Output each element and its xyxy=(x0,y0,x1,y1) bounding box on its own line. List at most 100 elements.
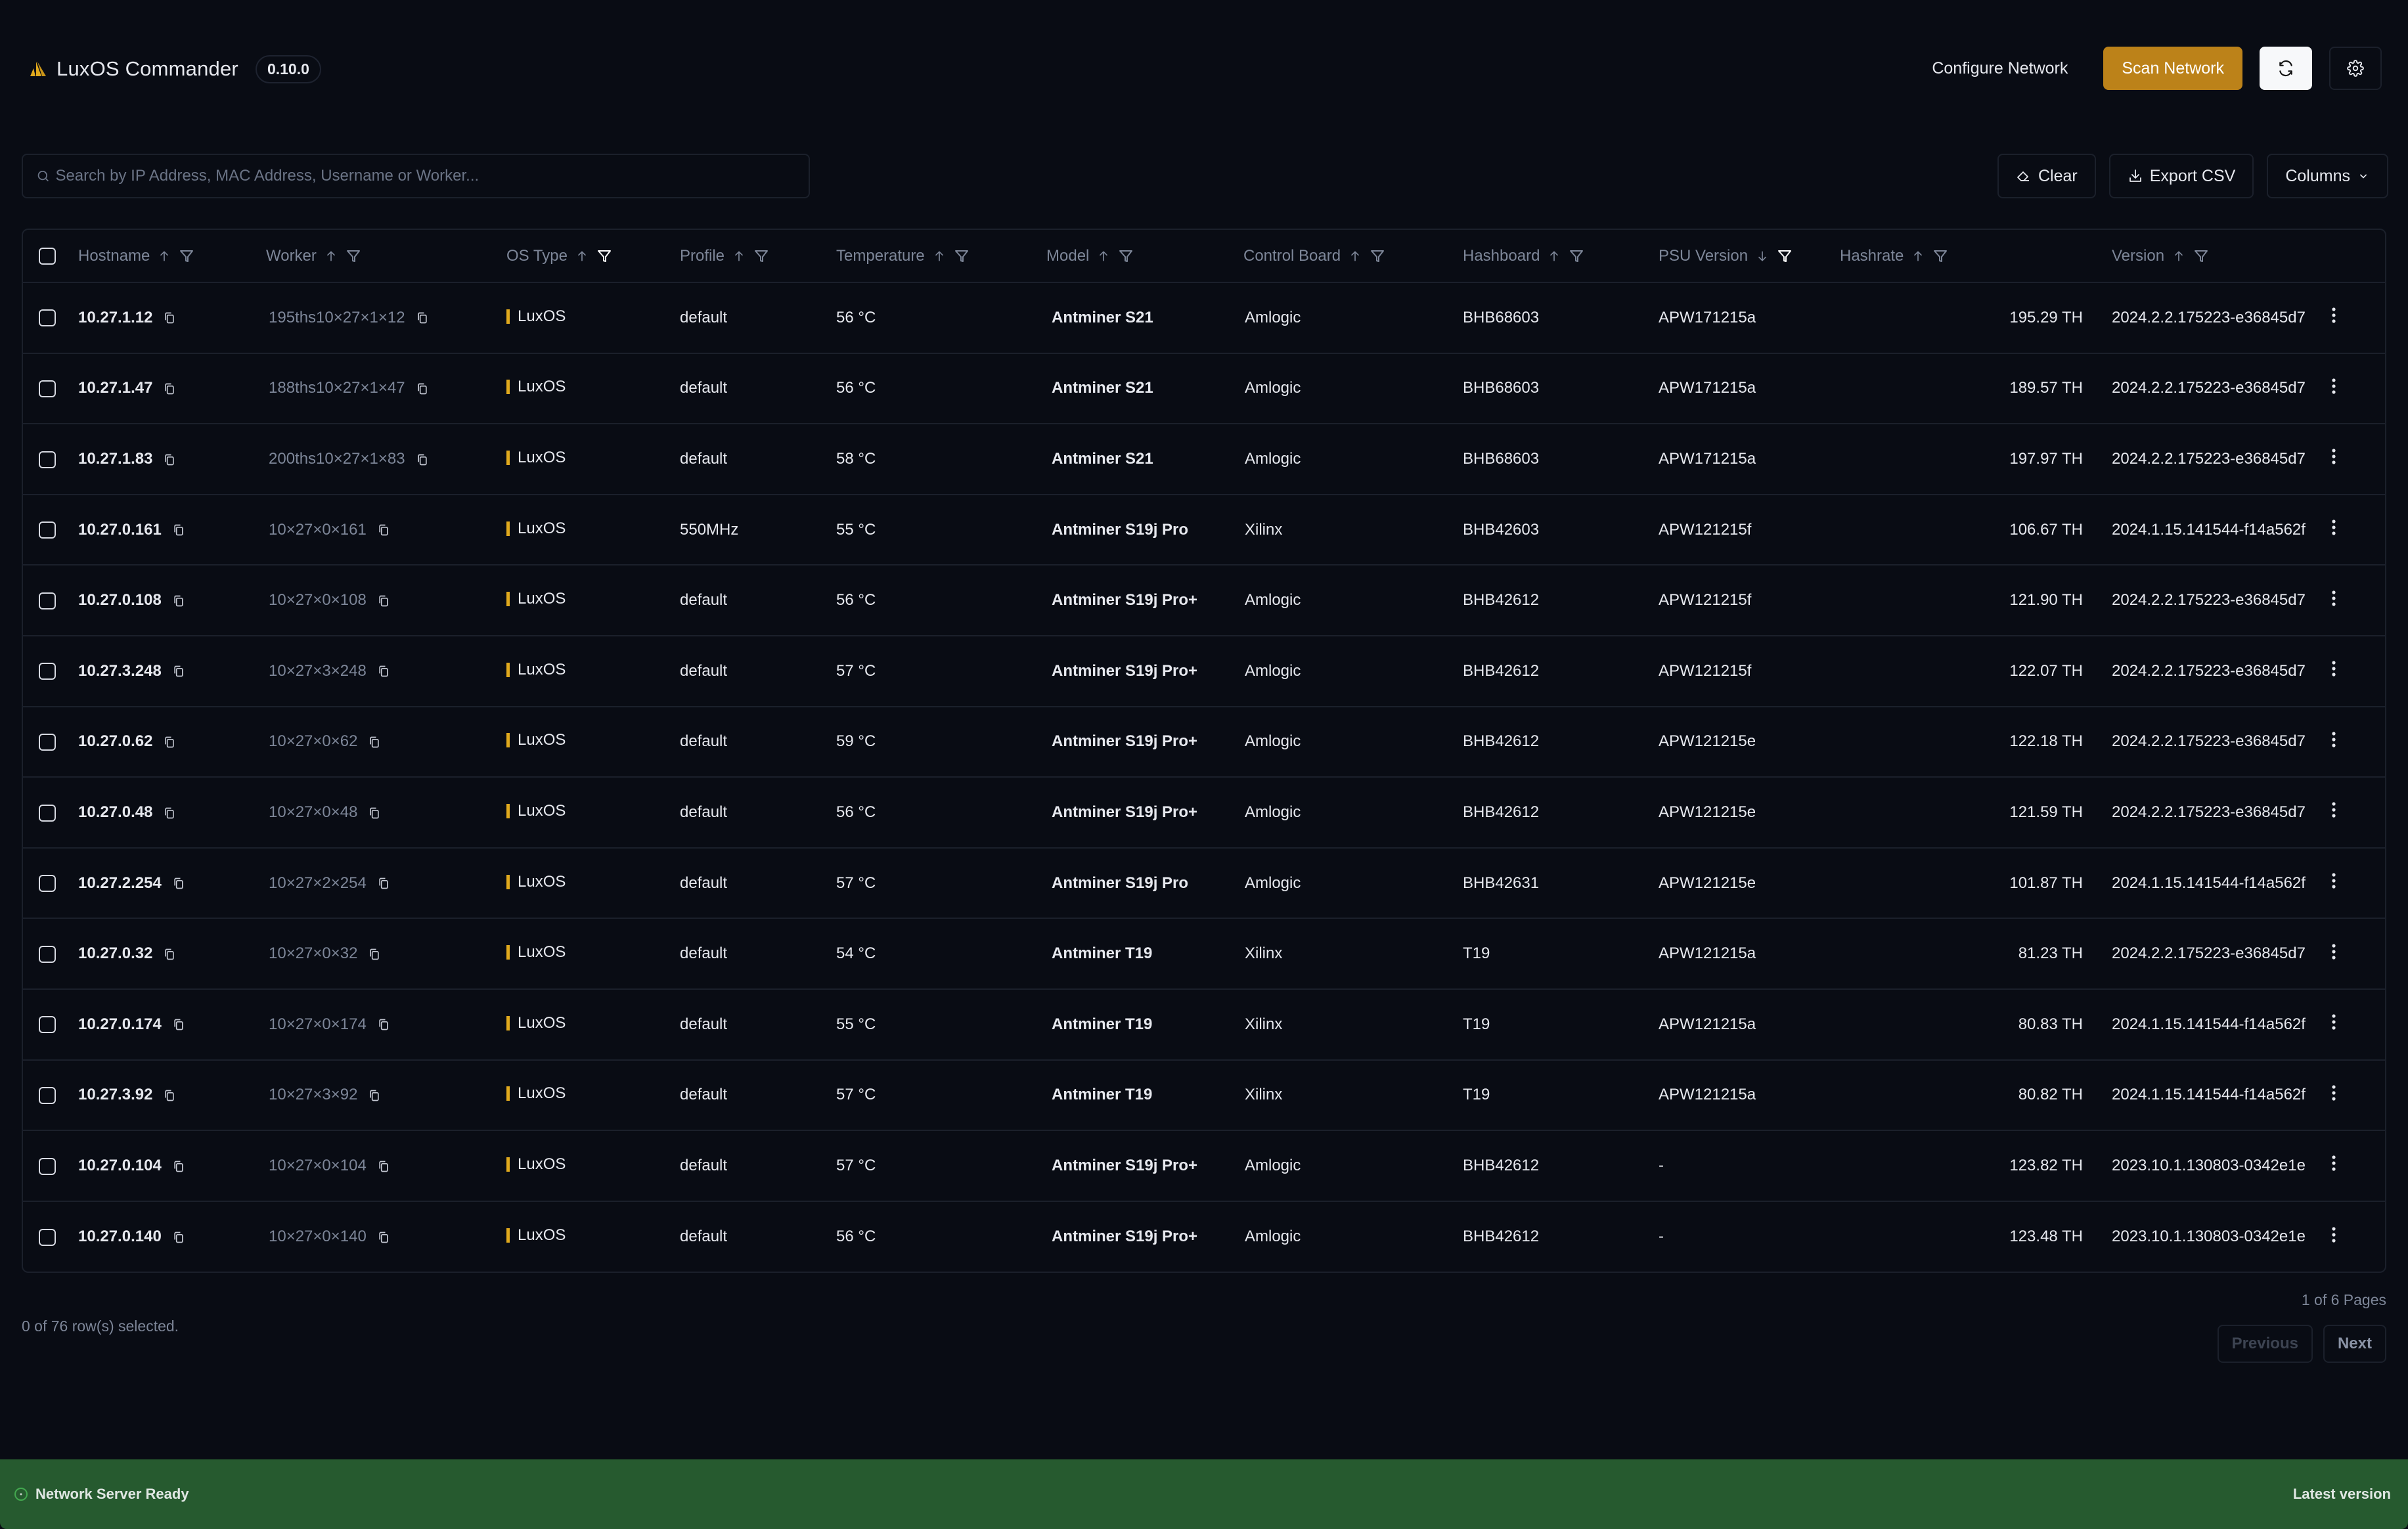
column-header-psu-version[interactable]: PSU Version xyxy=(1659,230,1840,283)
copy-icon[interactable] xyxy=(377,594,390,608)
sort-ascending-icon[interactable] xyxy=(158,250,171,263)
row-checkbox[interactable] xyxy=(39,1086,56,1104)
copy-icon[interactable] xyxy=(172,1231,185,1244)
columns-dropdown[interactable]: Columns xyxy=(2267,154,2388,198)
sort-ascending-icon[interactable] xyxy=(933,250,946,263)
sort-ascending-icon[interactable] xyxy=(2172,250,2185,263)
filter-active-icon[interactable] xyxy=(1777,248,1793,264)
hostname[interactable]: 10.27.2.254 xyxy=(78,874,162,892)
select-all-checkbox[interactable] xyxy=(39,248,56,265)
more-options-icon[interactable] xyxy=(2331,448,2336,465)
filter-icon[interactable] xyxy=(753,248,769,264)
row-checkbox[interactable] xyxy=(39,663,56,680)
hostname[interactable]: 10.27.0.108 xyxy=(78,591,162,609)
hostname[interactable]: 10.27.0.104 xyxy=(78,1157,162,1174)
column-header-os-type[interactable]: OS Type xyxy=(506,230,680,283)
copy-icon[interactable] xyxy=(172,665,185,678)
sort-ascending-icon[interactable] xyxy=(575,250,589,263)
more-options-icon[interactable] xyxy=(2331,307,2336,324)
column-header-control-board[interactable]: Control Board xyxy=(1243,230,1463,283)
table-row[interactable]: 10.27.1.12 195ths10×27×1×12 LuxOS default 56… xyxy=(23,282,2385,354)
copy-icon[interactable] xyxy=(377,523,390,537)
hostname[interactable]: 10.27.0.62 xyxy=(78,732,152,750)
table-row[interactable]: 10.27.0.140 10×27×0×140 LuxOS default 56 °C A… xyxy=(23,1201,2385,1272)
row-checkbox[interactable] xyxy=(39,380,56,398)
export-csv-button[interactable]: Export CSV xyxy=(2108,154,2254,198)
more-options-icon[interactable] xyxy=(2331,1084,2336,1101)
row-checkbox[interactable] xyxy=(39,592,56,609)
sort-ascending-icon[interactable] xyxy=(1548,250,1561,263)
more-options-icon[interactable] xyxy=(2331,1013,2336,1030)
copy-icon[interactable] xyxy=(416,311,429,324)
column-header-version[interactable]: Version xyxy=(2112,230,2256,283)
sort-ascending-icon[interactable] xyxy=(1349,250,1362,263)
sort-ascending-icon[interactable] xyxy=(324,250,338,263)
table-row[interactable]: 10.27.3.248 10×27×3×248 LuxOS default 57 °C A… xyxy=(23,635,2385,707)
column-header-profile[interactable]: Profile xyxy=(680,230,836,283)
next-page-button[interactable]: Next xyxy=(2323,1325,2386,1363)
filter-icon[interactable] xyxy=(1118,248,1134,264)
row-checkbox[interactable] xyxy=(39,309,56,327)
copy-icon[interactable] xyxy=(416,453,429,466)
row-checkbox[interactable] xyxy=(39,451,56,468)
settings-button[interactable] xyxy=(2329,47,2382,90)
hostname[interactable]: 10.27.1.47 xyxy=(78,379,152,397)
more-options-icon[interactable] xyxy=(2331,660,2336,677)
filter-icon[interactable] xyxy=(954,248,970,264)
more-options-icon[interactable] xyxy=(2331,731,2336,748)
copy-icon[interactable] xyxy=(163,453,176,466)
copy-icon[interactable] xyxy=(377,1160,390,1173)
copy-icon[interactable] xyxy=(163,382,176,395)
table-row[interactable]: 10.27.0.62 10×27×0×62 LuxOS default 59 °C Ant… xyxy=(23,706,2385,778)
filter-icon[interactable] xyxy=(2193,248,2209,264)
table-row[interactable]: 10.27.2.254 10×27×2×254 LuxOS default 57 °C A… xyxy=(23,847,2385,920)
scan-network-button[interactable]: Scan Network xyxy=(2103,47,2242,90)
hostname[interactable]: 10.27.0.174 xyxy=(78,1015,162,1033)
search-field[interactable] xyxy=(22,154,810,198)
table-row[interactable]: 10.27.0.108 10×27×0×108 LuxOS default 56 °C A… xyxy=(23,565,2385,636)
filter-icon[interactable] xyxy=(1569,248,1584,264)
hostname[interactable]: 10.27.1.83 xyxy=(78,450,152,468)
column-header-temperature[interactable]: Temperature xyxy=(836,230,1046,283)
copy-icon[interactable] xyxy=(416,382,429,395)
copy-icon[interactable] xyxy=(368,807,381,820)
hostname[interactable]: 10.27.3.92 xyxy=(78,1086,152,1103)
table-row[interactable]: 10.27.1.47 188ths10×27×1×47 LuxOS default 56… xyxy=(23,353,2385,425)
copy-icon[interactable] xyxy=(368,948,381,961)
copy-icon[interactable] xyxy=(377,1018,390,1031)
copy-icon[interactable] xyxy=(377,1231,390,1244)
row-checkbox[interactable] xyxy=(39,1016,56,1034)
sort-ascending-icon[interactable] xyxy=(732,250,746,263)
filter-icon[interactable] xyxy=(1932,248,1948,264)
copy-icon[interactable] xyxy=(163,736,176,749)
sort-ascending-icon[interactable] xyxy=(1911,250,1925,263)
more-options-icon[interactable] xyxy=(2331,378,2336,395)
column-header-hashboard[interactable]: Hashboard xyxy=(1463,230,1659,283)
column-header-worker[interactable]: Worker xyxy=(266,230,506,283)
more-options-icon[interactable] xyxy=(2331,1155,2336,1172)
copy-icon[interactable] xyxy=(172,877,185,890)
copy-icon[interactable] xyxy=(163,807,176,820)
hostname[interactable]: 10.27.1.12 xyxy=(78,309,152,326)
filter-active-icon[interactable] xyxy=(596,248,612,264)
filter-icon[interactable] xyxy=(179,248,194,264)
copy-icon[interactable] xyxy=(368,1089,381,1102)
table-row[interactable]: 10.27.0.32 10×27×0×32 LuxOS default 54 °C Ant… xyxy=(23,918,2385,990)
row-checkbox[interactable] xyxy=(39,945,56,963)
copy-icon[interactable] xyxy=(163,948,176,961)
hostname[interactable]: 10.27.0.161 xyxy=(78,521,162,539)
copy-icon[interactable] xyxy=(163,311,176,324)
hostname[interactable]: 10.27.3.248 xyxy=(78,662,162,680)
more-options-icon[interactable] xyxy=(2331,872,2336,889)
table-row[interactable]: 10.27.1.83 200ths10×27×1×83 LuxOS default 58… xyxy=(23,424,2385,495)
more-options-icon[interactable] xyxy=(2331,801,2336,818)
clear-button[interactable]: Clear xyxy=(1997,154,2096,198)
copy-icon[interactable] xyxy=(172,523,185,537)
configure-network-button[interactable]: Configure Network xyxy=(1932,59,2068,78)
sort-ascending-icon[interactable] xyxy=(1097,250,1110,263)
more-options-icon[interactable] xyxy=(2331,519,2336,536)
hostname[interactable]: 10.27.0.140 xyxy=(78,1228,162,1245)
filter-icon[interactable] xyxy=(346,248,361,264)
row-checkbox[interactable] xyxy=(39,1157,56,1175)
copy-icon[interactable] xyxy=(172,1018,185,1031)
